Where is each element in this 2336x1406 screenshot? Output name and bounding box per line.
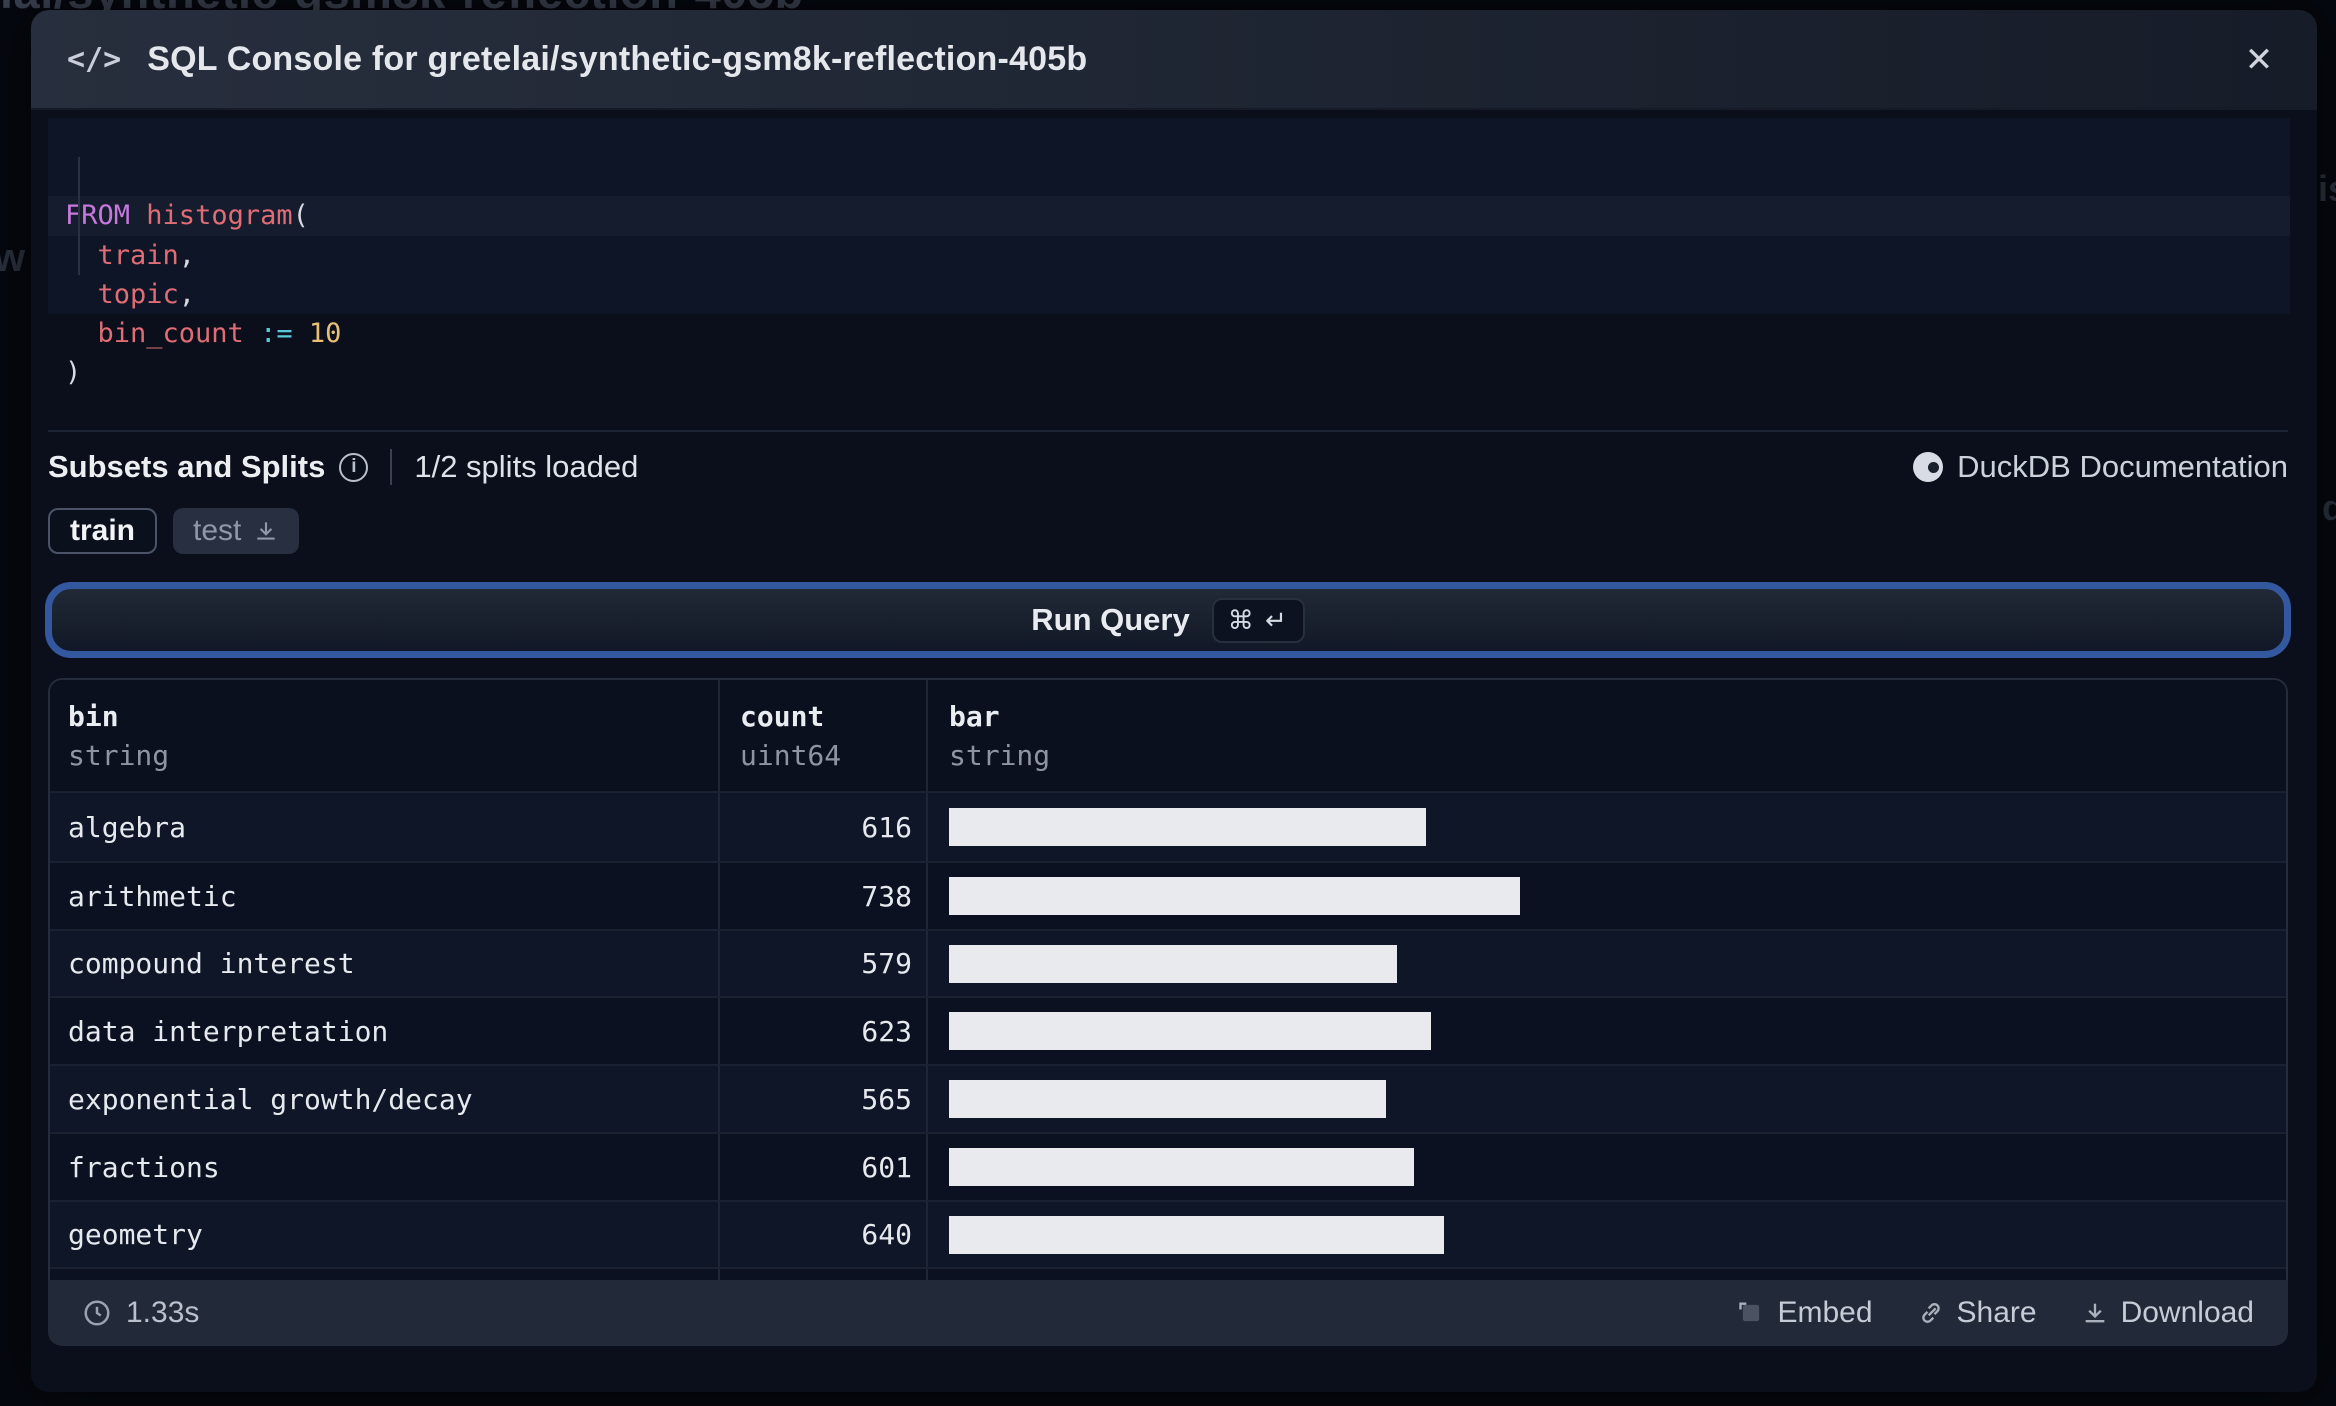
histogram-bar: [949, 1215, 1444, 1254]
table-row: arithmetic 738: [50, 861, 2286, 929]
count-value: 640: [720, 1202, 928, 1267]
indent-guide: [78, 157, 80, 275]
table-row: fractions 601: [50, 1132, 2286, 1200]
column-type: string: [68, 739, 170, 772]
bin-value: geometry: [68, 1218, 203, 1251]
run-query-label: Run Query: [1031, 602, 1190, 637]
split-pill-label: test: [193, 514, 242, 547]
duckdb-documentation-link[interactable]: DuckDB Documentation: [1913, 449, 2288, 485]
background-text-fragment: d: [2322, 487, 2336, 528]
bin-value: data interpretation: [68, 1014, 389, 1048]
table-header-row: bin string count uint64 bar string: [50, 680, 2286, 791]
count-value: 565: [720, 1066, 928, 1132]
info-icon[interactable]: i: [339, 452, 369, 482]
split-pill-label: train: [70, 514, 136, 547]
histogram-bar: [949, 808, 1426, 846]
table-row: exponential growth/decay 565: [50, 1064, 2286, 1132]
column-type: uint64: [740, 739, 842, 772]
split-pill-train[interactable]: train: [48, 508, 158, 554]
column-type: string: [949, 739, 1051, 772]
count-value: [720, 1269, 928, 1280]
duckdb-logo-icon: [1913, 452, 1944, 482]
histogram-bar: [949, 944, 1397, 983]
subsets-splits-title: Subsets and Splits: [48, 449, 326, 484]
split-pill-test[interactable]: test: [173, 508, 300, 554]
download-icon: [257, 522, 276, 540]
background-text-fragment: is: [2318, 168, 2336, 209]
column-header-bin: bin string: [50, 680, 720, 791]
histogram-bar: [949, 877, 1520, 915]
column-name: bin: [68, 700, 119, 733]
embed-icon: [1739, 1302, 1760, 1322]
bin-value: algebra: [68, 810, 187, 844]
code-line: FROM histogram(: [48, 196, 2290, 236]
table-row: geometry 640: [50, 1200, 2286, 1267]
table-row: algebra 616: [50, 791, 2286, 861]
query-elapsed-time: 1.33s: [82, 1296, 199, 1330]
code-line: topic,: [65, 278, 196, 310]
sql-console-modal: </> SQL Console for gretelai/synthetic-g…: [31, 10, 2317, 1392]
column-name: count: [740, 700, 825, 733]
count-value: 579: [720, 931, 928, 996]
count-value: 616: [720, 793, 928, 861]
bin-value: compound interest: [68, 947, 355, 980]
footer-button-label: Embed: [1777, 1296, 1873, 1329]
clock-icon: [84, 1300, 110, 1326]
code-line: train,: [65, 239, 196, 271]
histogram-bar: [949, 1012, 1431, 1050]
splits-loaded-status: 1/2 splits loaded: [414, 449, 639, 484]
code-line: ): [65, 357, 82, 389]
count-value: 623: [720, 998, 928, 1064]
sql-editor[interactable]: FROM histogram( train, topic, bin_count …: [48, 118, 2290, 388]
footer-button-label: Download: [2120, 1296, 2254, 1329]
results-footer: 1.33s Embed Share Download: [48, 1280, 2288, 1346]
embed-button[interactable]: Embed: [1737, 1296, 1873, 1330]
code-icon: </>: [67, 41, 122, 77]
histogram-bar: [949, 1148, 1414, 1186]
download-icon: [2085, 1303, 2104, 1323]
table-row: [50, 1267, 2286, 1280]
bin-value: fractions: [68, 1150, 220, 1184]
background-text-fragment: w: [0, 236, 26, 280]
section-divider: [48, 430, 2288, 432]
keyboard-shortcut-badge: ⌘ ↵: [1211, 597, 1305, 643]
table-row: compound interest 579: [50, 929, 2286, 996]
modal-title: SQL Console for gretelai/synthetic-gsm8k…: [147, 39, 1088, 78]
column-header-count: count uint64: [720, 680, 928, 791]
table-row: data interpretation 623: [50, 996, 2286, 1064]
count-value: 738: [720, 863, 928, 929]
histogram-bar: [949, 1080, 1386, 1118]
close-icon[interactable]: ✕: [2237, 38, 2281, 82]
download-button[interactable]: Download: [2081, 1296, 2254, 1330]
share-button[interactable]: Share: [1917, 1296, 2037, 1330]
run-query-button[interactable]: Run Query ⌘ ↵: [45, 582, 2291, 658]
query-results-table: bin string count uint64 bar string algebra 616…: [48, 678, 2288, 1280]
bin-value: arithmetic: [68, 879, 237, 913]
modal-header: </> SQL Console for gretelai/synthetic-g…: [31, 10, 2317, 110]
column-header-bar: bar string: [928, 680, 2286, 791]
vertical-separator: [390, 449, 393, 485]
bin-value: exponential growth/decay: [68, 1082, 473, 1116]
column-name: bar: [949, 700, 1000, 733]
code-line: bin_count := 10: [65, 317, 342, 349]
count-value: 601: [720, 1134, 928, 1200]
share-icon: [1921, 1303, 1940, 1323]
footer-button-label: Share: [1956, 1296, 2037, 1329]
duckdb-documentation-label: DuckDB Documentation: [1957, 449, 2288, 484]
